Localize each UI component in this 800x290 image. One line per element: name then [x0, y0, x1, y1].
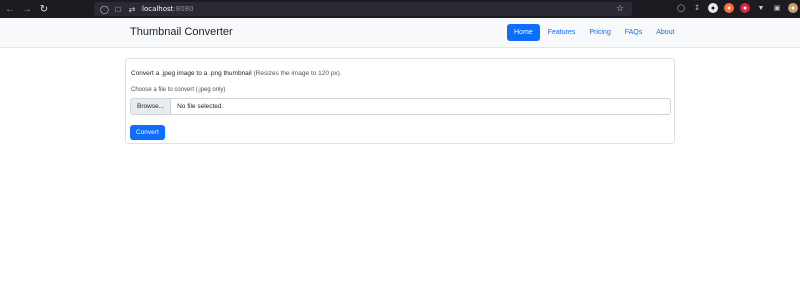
address-bar[interactable]: ◯ □ ⇄ localhost:8080 ☆ — [94, 2, 632, 16]
page-icon[interactable]: □ — [114, 5, 122, 14]
file-input[interactable]: Browse... No file selected. — [130, 98, 671, 115]
account-icon[interactable]: ● — [708, 3, 718, 13]
nav-faqs[interactable]: FAQs — [619, 25, 649, 40]
bookmark-star-icon[interactable]: ☆ — [616, 3, 624, 14]
permissions-icon[interactable]: ⇄ — [128, 5, 136, 14]
intro-main: Convert a .jpeg image to a .png thumbnai… — [131, 70, 252, 77]
url-port: :8080 — [173, 5, 194, 13]
extension-puzzle-icon[interactable]: ▣ — [772, 3, 782, 13]
file-input-label: Choose a file to convert (.jpeg only) — [131, 87, 226, 93]
pocket-icon[interactable]: ◯ — [676, 3, 686, 13]
browser-toolbar: ← → ↻ ◯ □ ⇄ localhost:8080 ☆ ◯ ↧ ● ● ● ▼… — [0, 0, 800, 18]
browse-button[interactable]: Browse... — [131, 99, 172, 114]
intro-text: Convert a .jpeg image to a .png thumbnai… — [131, 70, 342, 77]
reload-icon[interactable]: ↻ — [37, 2, 51, 16]
nav-home[interactable]: Home — [507, 24, 540, 41]
url-host: localhost — [142, 5, 174, 13]
back-icon[interactable]: ← — [3, 2, 17, 16]
shield-icon[interactable]: ◯ — [100, 5, 109, 14]
convert-button[interactable]: Convert — [130, 125, 165, 140]
site-navbar: Thumbnail Converter Home Features Pricin… — [0, 18, 800, 48]
extension-orange-icon[interactable]: ● — [724, 3, 734, 13]
extension-v-icon[interactable]: ▼ — [756, 3, 766, 13]
intro-note: (Resizes the image to 120 px). — [253, 70, 342, 77]
downloads-icon[interactable]: ↧ — [692, 3, 702, 13]
file-status: No file selected. — [177, 103, 224, 110]
nav-pricing[interactable]: Pricing — [583, 25, 616, 40]
extensions-bar: ◯ ↧ ● ● ● ▼ ▣ ● ☰ — [676, 3, 800, 13]
extension-avatar-icon[interactable]: ● — [788, 3, 798, 13]
converter-card: Convert a .jpeg image to a .png thumbnai… — [125, 58, 675, 144]
nav-links: Home Features Pricing FAQs About — [507, 24, 683, 41]
url-text[interactable]: localhost:8080 — [142, 5, 194, 13]
extension-red-icon[interactable]: ● — [740, 3, 750, 13]
nav-about[interactable]: About — [650, 25, 680, 40]
brand-title[interactable]: Thumbnail Converter — [130, 26, 233, 38]
forward-icon[interactable]: → — [20, 2, 34, 16]
nav-features[interactable]: Features — [542, 25, 582, 40]
